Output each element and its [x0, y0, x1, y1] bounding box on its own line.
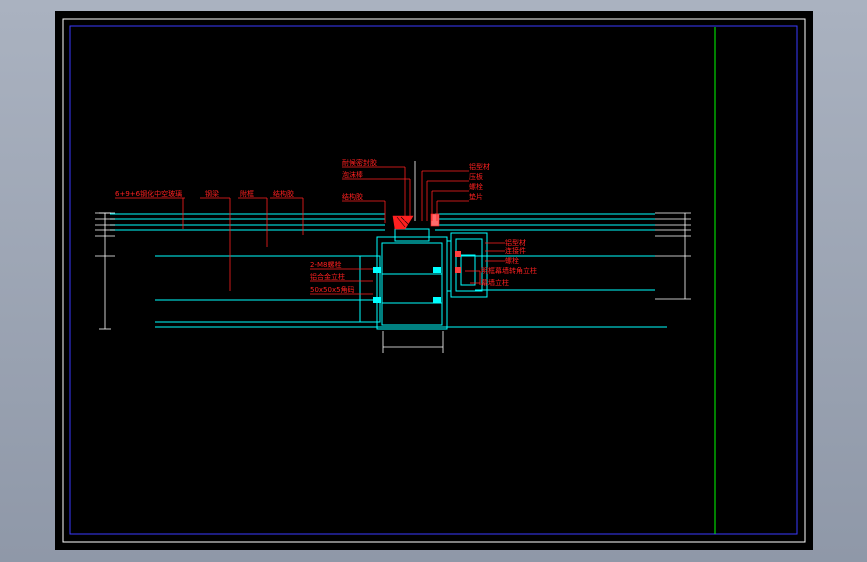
- callout-right-aluminum: 铝型材: [505, 238, 526, 247]
- callout-structural-sealant: 结构胶: [273, 189, 294, 198]
- callout-top-structural-sealant: 结构胶: [342, 192, 363, 201]
- callout-m8-bolts: 2-M8螺栓: [310, 260, 341, 269]
- callout-angle-bracket: 50x50x5角码: [310, 285, 355, 294]
- callout-pressure-plate: 压板: [469, 172, 483, 181]
- cad-viewport: 6+9+6钢化中空玻璃 钢梁 附框 结构胶 结构胶 耐候密封胶 泡沫棒 铝型材 …: [0, 0, 867, 562]
- dimension-bottom: [382, 331, 444, 353]
- callout-corner-mullion: 明框幕墙转角立柱: [481, 266, 537, 275]
- detail-drawing: 6+9+6钢化中空玻璃 钢梁 附框 结构胶 结构胶 耐候密封胶 泡沫棒 铝型材 …: [62, 18, 806, 543]
- callout-connector: 连接件: [505, 246, 526, 255]
- callout-right-bolt: 螺栓: [505, 256, 519, 265]
- callout-weather-sealant: 耐候密封胶: [342, 158, 377, 167]
- dimension-right: [655, 212, 691, 300]
- bolts: [373, 251, 461, 303]
- glass-lines: [110, 213, 667, 328]
- callout-gasket: 垫片: [469, 192, 483, 201]
- callout-foam-rod: 泡沫棒: [342, 170, 363, 179]
- callout-steel-beam: 钢梁: [205, 189, 219, 198]
- callout-top-right-aluminum: 铝型材: [469, 162, 490, 171]
- dimension-left: [95, 212, 115, 330]
- drawing-sheet: 6+9+6钢化中空玻璃 钢梁 附框 结构胶 结构胶 耐候密封胶 泡沫棒 铝型材 …: [55, 11, 813, 550]
- drawing-border: [69, 25, 798, 535]
- callout-curtain-wall-mullion: 幕墙立柱: [481, 278, 509, 287]
- callout-subframe: 附框: [240, 189, 254, 198]
- aluminum-mullion: [376, 228, 448, 330]
- callout-aluminum-mullion: 铝合金立柱: [310, 272, 345, 281]
- callout-top-bolt: 螺栓: [469, 182, 483, 191]
- callout-glass: 6+9+6钢化中空玻璃: [115, 189, 182, 198]
- corner-mullion: [447, 232, 488, 298]
- sheet-frame: [62, 18, 806, 543]
